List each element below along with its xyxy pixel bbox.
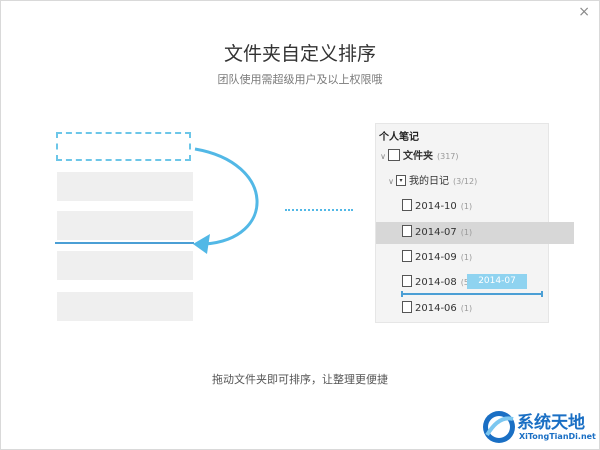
note-icon xyxy=(402,225,412,237)
tree-root-folder[interactable]: ∨ 文件夹 (317) xyxy=(376,146,550,168)
tree-item-label: 2014-10 xyxy=(415,201,457,212)
diary-icon: ▾ xyxy=(396,174,406,186)
dialog-title: 文件夹自定义排序 xyxy=(223,43,376,65)
illustration-block xyxy=(57,172,193,201)
tree-item-count: (1) xyxy=(460,304,473,313)
tree-item-2014-09[interactable]: 2014-09 (1) xyxy=(376,247,574,269)
watermark-url: XiTongTianDi.net xyxy=(519,432,596,441)
tree-item-label: 2014-08 xyxy=(415,277,457,288)
site-watermark: 系统天地 XiTongTianDi.net xyxy=(479,406,597,448)
tree-item-count: (1) xyxy=(460,202,473,211)
chevron-down-icon[interactable]: ∨ xyxy=(378,146,388,168)
tree-item-count: (1) xyxy=(460,228,473,237)
dragging-item-chip: 2014-07 xyxy=(467,274,527,289)
tree-item-label: 我的日记 xyxy=(409,176,449,187)
illustration-block xyxy=(57,211,193,240)
dialog-footer-hint: 拖动文件夹即可排序，让整理更便捷 xyxy=(212,373,388,386)
drop-indicator-line xyxy=(55,242,194,244)
watermark-title: 系统天地 xyxy=(517,413,585,433)
curved-arrow-icon xyxy=(193,147,259,254)
tree-item-label: 2014-07 xyxy=(415,227,457,238)
tree-header: 个人笔记 xyxy=(379,132,419,143)
illustration-block xyxy=(57,292,193,321)
tree-item-2014-06[interactable]: 2014-06 (1) xyxy=(376,298,574,320)
chevron-down-icon[interactable]: ∨ xyxy=(386,171,396,193)
tree-item-2014-10[interactable]: 2014-10 (1) xyxy=(376,196,574,218)
tree-item-count: (3/12) xyxy=(453,177,478,186)
dialog-subtitle: 团队使用需超级用户及以上权限哦 xyxy=(217,73,383,86)
watermark-logo-icon xyxy=(483,411,515,443)
note-icon xyxy=(402,250,412,262)
tree-item-2014-07[interactable]: 2014-07 (1) xyxy=(376,222,574,244)
note-icon xyxy=(402,301,412,313)
tree-item-label: 2014-09 xyxy=(415,252,457,263)
tree-item-count: (317) xyxy=(437,152,459,161)
tree-item-label: 2014-06 xyxy=(415,303,457,314)
close-icon[interactable]: × xyxy=(578,5,590,19)
tree-item-label: 文件夹 xyxy=(403,151,433,162)
folder-sort-dialog: × 文件夹自定义排序 团队使用需超级用户及以上权限哦 个人笔记 ∨ 文件夹 (317… xyxy=(0,0,600,450)
dragged-placeholder-block xyxy=(56,132,191,161)
tree-item-count: (1) xyxy=(460,253,473,262)
illustration-block xyxy=(57,251,193,280)
drop-indicator-line xyxy=(401,291,543,297)
tree-group-diary[interactable]: ∨ ▾ 我的日记 (3/12) xyxy=(376,171,558,193)
note-icon xyxy=(402,275,412,287)
dotted-connector xyxy=(285,209,353,211)
folder-icon xyxy=(388,149,400,161)
note-icon xyxy=(402,199,412,211)
